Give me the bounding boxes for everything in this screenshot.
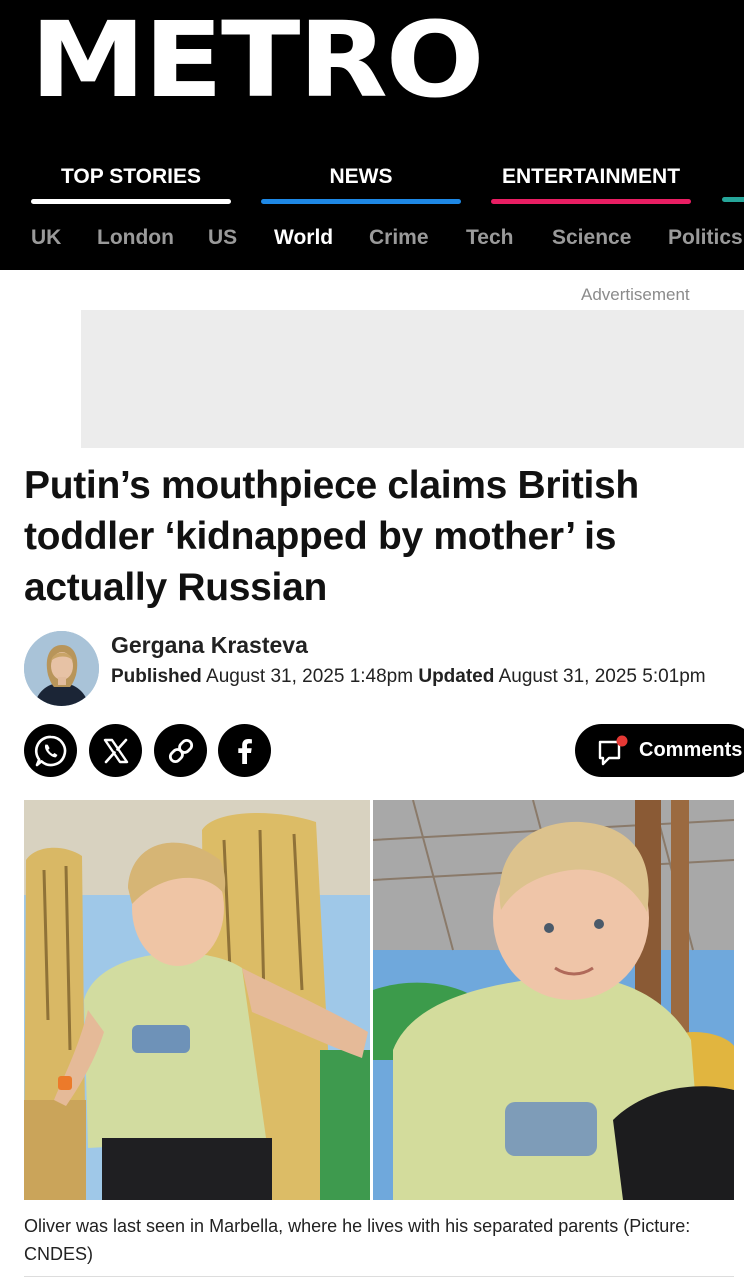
sub-nav-us[interactable]: US xyxy=(208,220,237,256)
tab-label: TOP STORIES xyxy=(60,165,202,188)
tab-label: ENTERTAINMENT xyxy=(501,165,681,188)
comments-button[interactable]: Comments xyxy=(575,724,744,777)
tab-indicator xyxy=(31,199,231,204)
advertisement-label: Advertisement xyxy=(581,285,690,304)
author-avatar[interactable] xyxy=(24,631,99,706)
sub-nav-london[interactable]: London xyxy=(97,220,174,256)
article-headline: Putin’s mouthpiece claims British toddle… xyxy=(24,464,639,609)
whatsapp-icon xyxy=(34,735,66,766)
section-tabs: TOP STORIES NEWS ENTERTAINMENT xyxy=(0,160,744,206)
share-x-button[interactable] xyxy=(89,724,142,777)
comments-label: Comments xyxy=(639,739,743,761)
sub-nav-uk[interactable]: UK xyxy=(31,220,61,256)
divider xyxy=(24,1276,734,1277)
advertisement-slot[interactable] xyxy=(81,310,744,448)
tab-indicator xyxy=(261,199,461,204)
author-name[interactable]: Gergana Krasteva xyxy=(111,632,308,659)
x-icon xyxy=(103,738,128,763)
sub-nav: UK London US World Crime Tech Science Po… xyxy=(0,220,744,256)
tab-entertainment[interactable]: ENTERTAINMENT xyxy=(491,160,691,206)
share-facebook-button[interactable] xyxy=(218,724,271,777)
updated-date: August 31, 2025 5:01pm xyxy=(498,666,706,687)
copy-link-button[interactable] xyxy=(154,724,207,777)
link-icon xyxy=(168,738,193,763)
published-date: August 31, 2025 1:48pm xyxy=(206,666,414,687)
published-label: Published xyxy=(111,666,202,687)
publish-info: Published August 31, 2025 1:48pm Updated… xyxy=(111,666,706,688)
sub-nav-politics[interactable]: Politics xyxy=(668,220,743,256)
tab-label: NEWS xyxy=(329,165,393,188)
article-photo-left[interactable] xyxy=(24,800,370,1200)
tab-top-stories[interactable]: TOP STORIES xyxy=(31,160,231,206)
sub-nav-world[interactable]: World xyxy=(274,220,333,256)
tab-news[interactable]: NEWS xyxy=(261,160,461,206)
photo-caption: Oliver was last seen in Marbella, where … xyxy=(24,1216,691,1264)
sub-nav-tech[interactable]: Tech xyxy=(466,220,513,256)
article-photo-right[interactable] xyxy=(373,800,734,1200)
sub-nav-crime[interactable]: Crime xyxy=(369,220,429,256)
metro-logo[interactable]: METRO xyxy=(30,8,485,112)
updated-label: Updated xyxy=(418,666,495,687)
tab-indicator xyxy=(491,199,691,204)
share-whatsapp-button[interactable] xyxy=(24,724,77,777)
masthead: METRO TOP STORIES NEWS ENTERTAINMENT UK … xyxy=(0,0,744,270)
sub-nav-science[interactable]: Science xyxy=(552,220,631,256)
comments-icon xyxy=(598,735,628,765)
facebook-icon xyxy=(237,738,252,764)
next-tab-indicator[interactable] xyxy=(722,197,744,202)
